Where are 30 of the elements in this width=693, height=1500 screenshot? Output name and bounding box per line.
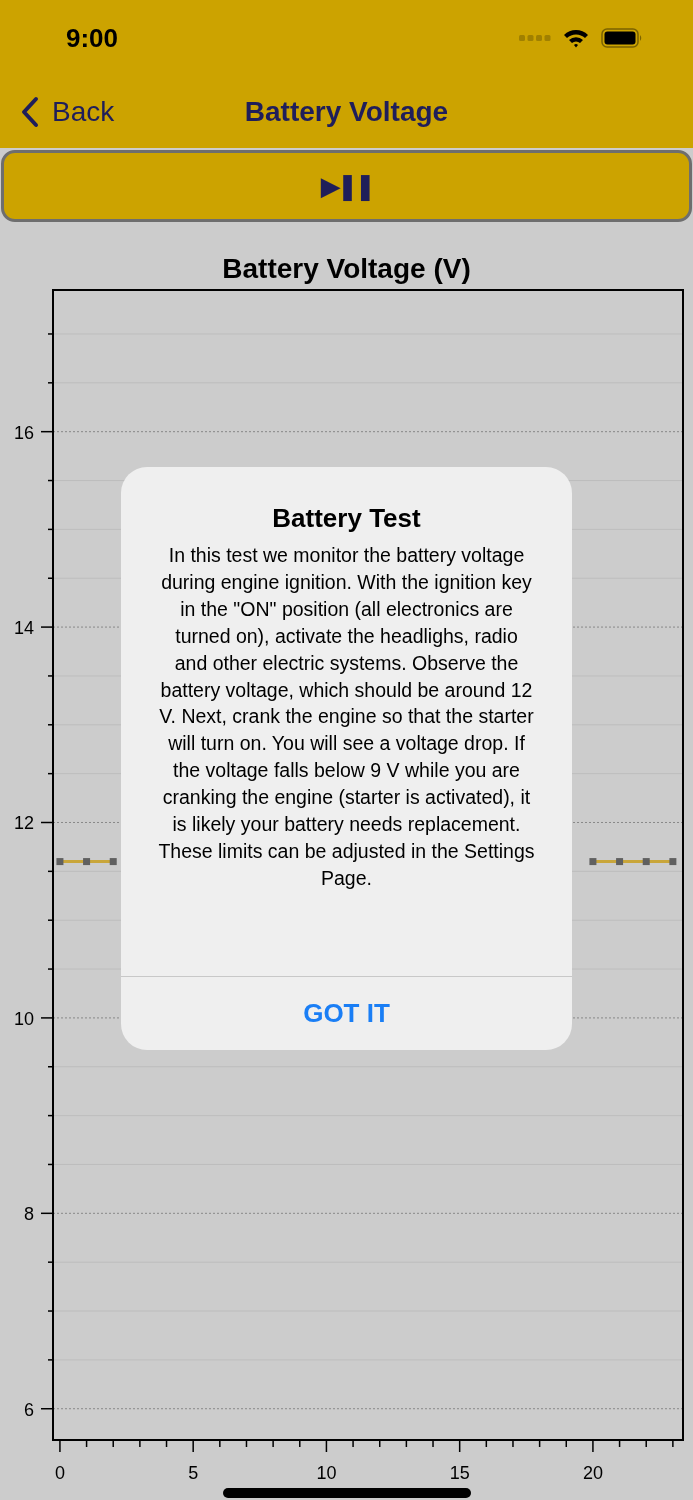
data-point	[589, 858, 597, 866]
nav-title: Battery Voltage	[244, 96, 449, 128]
y-tick-label: 14	[13, 618, 34, 639]
data-point	[83, 858, 91, 866]
back-button[interactable]: Back	[0, 96, 115, 128]
chevron-left-icon	[20, 96, 40, 128]
x-tick-label: 0	[54, 1463, 65, 1483]
data-point	[616, 858, 624, 866]
y-tick-label: 10	[13, 1008, 34, 1029]
dialog-message: In this test we monitor the battery voltage during engine ignition. With the ignition key in the "ON" position (all electronics are turned on), activate the headlighs, radio and other electric systems. Observe the battery voltage, which should be around 12 V. Next, crank the engine so that the starter will turn on. You will see a voltage drop. If the voltage falls below 9 V while you are cranking the engine (starter is activated), it is likely your battery needs replacement. These limits can be adjusted in the Settings Page.	[157, 543, 536, 891]
chart-title: Battery Voltage (V)	[221, 252, 472, 286]
x-tick-label: 15	[449, 1463, 470, 1483]
y-tick-label: 16	[13, 422, 34, 443]
battery-icon	[601, 28, 643, 48]
y-tick-label: 12	[13, 813, 34, 834]
x-tick-label: 5	[188, 1463, 199, 1483]
x-tick-label: 10	[316, 1463, 337, 1483]
data-point	[56, 858, 64, 866]
x-tick-label: 20	[582, 1463, 603, 1483]
play-pause-button[interactable]: ▶❚❚	[1, 150, 692, 222]
status-time: 9:00	[66, 22, 119, 54]
y-tick-label: 8	[24, 1204, 34, 1225]
got-it-button[interactable]: GOT IT	[121, 976, 572, 1050]
data-point	[109, 858, 117, 866]
wifi-icon	[563, 28, 589, 48]
signal-icon	[519, 34, 551, 42]
dialog-title: Battery Test	[272, 503, 421, 534]
data-point	[642, 858, 650, 866]
y-tick-label: 6	[24, 1399, 34, 1420]
data-point	[669, 858, 677, 866]
